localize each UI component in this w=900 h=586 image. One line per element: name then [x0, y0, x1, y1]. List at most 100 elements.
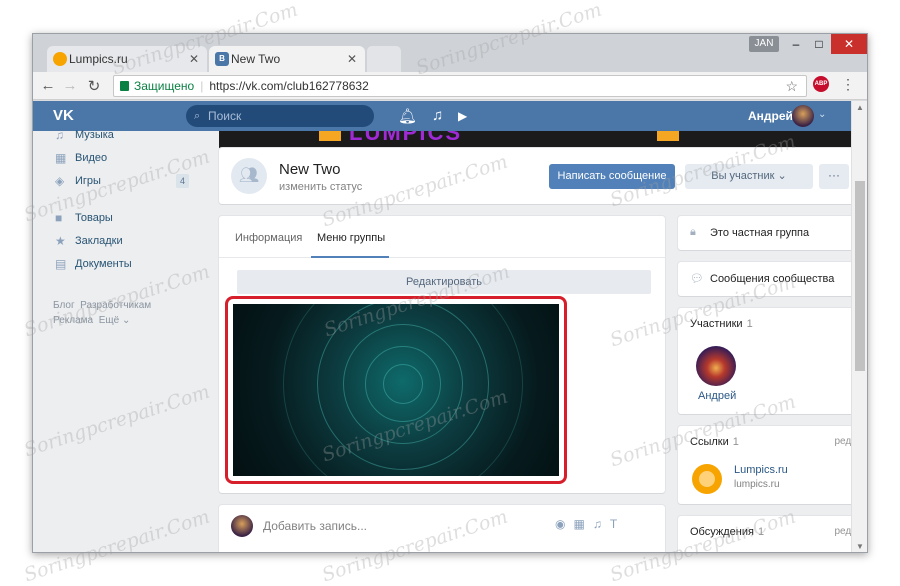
sidebar-item-goods[interactable]: ■ Товары: [53, 207, 183, 230]
ads-link[interactable]: Реклама: [53, 315, 93, 326]
discussions-edit-link[interactable]: ред.: [834, 526, 851, 537]
page-scrollbar[interactable]: ▲ ▼: [851, 101, 867, 552]
avatar: [231, 515, 253, 537]
user-name[interactable]: Андрей: [748, 109, 793, 123]
link-title[interactable]: Lumpics.ru: [734, 464, 788, 476]
page-viewport: VK ⌕ Поиск 🔔︎ ♫ ▶ Андрей ⌄ ♫ Музыка ▦ Ви…: [33, 101, 851, 552]
browser-window: Lumpics.ru ✕ B New Two ✕ JAN – □ ✕ ← → ↻…: [32, 33, 868, 553]
sidebar-item-music[interactable]: ♫ Музыка: [53, 124, 183, 147]
community-messages-label: Сообщения сообщества: [710, 273, 835, 285]
forward-icon[interactable]: →: [61, 77, 79, 94]
tab-group-menu[interactable]: Меню группы: [317, 232, 385, 244]
image-ring: [283, 304, 523, 476]
links-title-label: Ссылки: [690, 436, 729, 448]
sidebar-item-label: Документы: [75, 258, 132, 270]
more-link[interactable]: Ещё: [99, 315, 119, 326]
address-bar[interactable]: Защищено | https://vk.com/club162778632 …: [113, 75, 807, 97]
sidebar-item-label: Музыка: [75, 129, 114, 141]
sidebar-item-label: Товары: [75, 212, 113, 224]
close-tab-icon[interactable]: ✕: [347, 52, 357, 66]
chevron-down-icon: ⌄: [777, 170, 787, 182]
bookmark-star-icon[interactable]: ☆: [785, 78, 798, 95]
browser-menu-icon[interactable]: ⋮: [841, 76, 855, 93]
chevron-down-icon[interactable]: ⌄: [818, 109, 826, 120]
bell-icon[interactable]: 🔔︎: [398, 107, 417, 125]
video-icon[interactable]: ▦: [573, 517, 584, 531]
tab-new-two[interactable]: B New Two ✕: [209, 46, 365, 72]
private-group-label: Это частная группа: [710, 227, 810, 239]
member-status-label: Вы участник: [711, 170, 775, 182]
links-title[interactable]: Ссылки 1: [690, 436, 739, 448]
developers-link[interactable]: Разработчикам: [80, 300, 151, 311]
content-tabs: Информация Меню группы: [219, 216, 665, 258]
orange-slice-icon: [53, 52, 67, 66]
new-tab-button[interactable]: [367, 46, 401, 72]
highlighted-menu-image[interactable]: [225, 296, 567, 484]
private-group-block: 🔒︎ Это частная группа: [678, 216, 851, 250]
sidebar-item-bookmarks[interactable]: ★ Закладки: [53, 230, 183, 253]
maximize-icon[interactable]: □: [808, 34, 830, 54]
profile-badge[interactable]: JAN: [749, 36, 779, 52]
post-attach-icons: ◉ ▦ ♫ T: [555, 517, 617, 531]
tab-lumpics[interactable]: Lumpics.ru ✕: [47, 46, 207, 72]
sidebar-item-games[interactable]: ◈ Игры 4: [53, 170, 189, 193]
search-input[interactable]: ⌕ Поиск: [186, 105, 374, 127]
lock-icon: 🔒︎: [690, 226, 696, 238]
games-count-badge: 4: [175, 174, 189, 188]
links-edit-link[interactable]: ред.: [834, 436, 851, 447]
play-icon[interactable]: ▶: [458, 109, 467, 123]
blog-link[interactable]: Блог: [53, 300, 75, 311]
discussions-title[interactable]: Обсуждения 1: [690, 526, 764, 538]
star-icon: ★: [55, 234, 66, 248]
group-avatar-users-icon[interactable]: 👥︎: [231, 158, 267, 194]
title-bar: Lumpics.ru ✕ B New Two ✕ JAN – □ ✕: [33, 34, 867, 72]
members-title[interactable]: Участники 1: [690, 318, 753, 330]
sidebar-item-label: Игры: [75, 175, 101, 187]
post-input-placeholder[interactable]: Добавить запись...: [263, 519, 367, 533]
edit-button[interactable]: Редактировать: [237, 270, 651, 294]
vk-logo[interactable]: VK: [53, 107, 79, 125]
secure-label: Защищено: [134, 79, 195, 93]
close-window-icon[interactable]: ✕: [831, 34, 867, 54]
gamepad-icon: ◈: [55, 174, 65, 188]
group-menu-panel: Информация Меню группы Редактировать: [219, 216, 665, 493]
orange-slice-icon[interactable]: [692, 464, 722, 494]
more-actions-button[interactable]: ···: [819, 164, 849, 189]
reload-icon[interactable]: ↻: [85, 77, 103, 95]
member-name[interactable]: Андрей: [698, 390, 736, 402]
banner-shape: [657, 131, 679, 141]
sidebar-item-video[interactable]: ▦ Видео: [53, 147, 183, 170]
camera-icon[interactable]: ◉: [555, 517, 565, 531]
sidebar-item-label: Закладки: [75, 235, 123, 247]
avatar[interactable]: [696, 346, 736, 386]
member-status-button[interactable]: Вы участник ⌄: [685, 164, 813, 189]
tech-circle-image: [233, 304, 559, 476]
music-icon[interactable]: ♫: [432, 107, 443, 124]
scroll-down-icon[interactable]: ▼: [856, 542, 864, 551]
write-message-button[interactable]: Написать сообщение: [549, 164, 675, 189]
adblock-icon[interactable]: ABP: [813, 76, 829, 92]
text-format-icon[interactable]: T: [610, 517, 617, 531]
new-post-box[interactable]: Добавить запись... ◉ ▦ ♫ T: [219, 505, 665, 552]
lock-icon: [120, 81, 129, 91]
members-count: 1: [746, 318, 753, 330]
scroll-up-icon[interactable]: ▲: [856, 103, 864, 112]
links-block: Ссылки1 ред. Lumpics.ru lumpics.ru: [678, 426, 851, 504]
minimize-icon[interactable]: –: [785, 34, 807, 54]
sidebar-item-label: Видео: [75, 152, 108, 164]
close-tab-icon[interactable]: ✕: [189, 52, 199, 66]
message-bubble-icon: 💬︎: [690, 273, 704, 285]
avatar[interactable]: [792, 105, 814, 127]
tab-information[interactable]: Информация: [235, 232, 302, 244]
members-block: Участники 1 Андрей: [678, 308, 851, 414]
sidebar-item-documents[interactable]: ▤ Документы: [53, 253, 183, 276]
links-count: 1: [732, 436, 739, 448]
left-menu: ♫ Музыка ▦ Видео ◈ Игры 4 ■ Товары ★ Зак…: [53, 128, 189, 328]
back-icon[interactable]: ←: [39, 77, 57, 94]
document-icon: ▤: [55, 257, 67, 271]
discussions-title-label: Обсуждения: [690, 526, 754, 538]
edit-status-link[interactable]: изменить статус: [279, 181, 362, 193]
community-messages-block[interactable]: 💬︎ Сообщения сообщества: [678, 262, 851, 296]
scrollbar-thumb[interactable]: [855, 181, 865, 371]
music-icon[interactable]: ♫: [593, 517, 602, 531]
